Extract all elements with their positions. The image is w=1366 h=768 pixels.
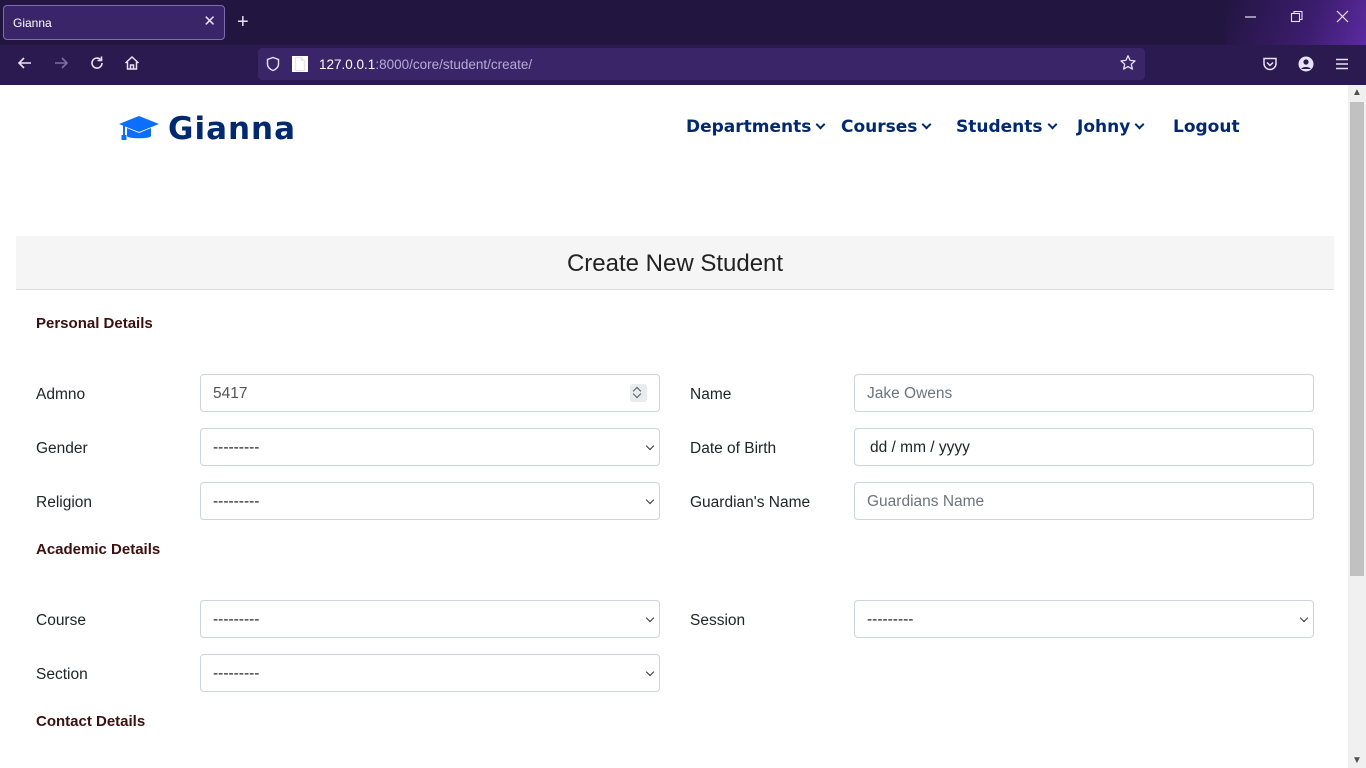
name-input[interactable]: Jake Owens: [854, 374, 1314, 412]
guardian-label: Guardian's Name: [690, 494, 811, 511]
account-icon[interactable]: [1296, 55, 1316, 75]
course-select[interactable]: ---------: [200, 600, 660, 638]
gender-selected: ---------: [213, 439, 260, 456]
page-title: Create New Student: [566, 250, 784, 277]
guardian-input[interactable]: Guardians Name: [854, 482, 1314, 520]
nav-logout-label: Logout: [1173, 117, 1240, 137]
url-path: :8000/core/student/create/: [375, 57, 533, 72]
dob-value: dd / mm / yyyy: [870, 439, 970, 456]
form-card-header: Create New Student: [16, 236, 1334, 290]
name-placeholder: Jake Owens: [867, 385, 953, 402]
nav-logout[interactable]: Logout: [1173, 117, 1240, 137]
section-select[interactable]: ---------: [200, 654, 660, 692]
chevron-down-icon: [1299, 613, 1309, 623]
back-icon[interactable]: [13, 54, 37, 76]
section-label: Section: [36, 666, 88, 683]
tab-title: Gianna: [13, 16, 52, 30]
chevron-down-icon: [921, 119, 932, 130]
pocket-icon[interactable]: [1260, 55, 1280, 75]
religion-label: Religion: [36, 494, 93, 511]
chevron-down-icon: [1134, 119, 1145, 130]
dob-label: Date of Birth: [690, 440, 777, 457]
url-host: 127.0.0.1: [319, 57, 376, 72]
nav-students-label: Students: [956, 117, 1043, 137]
chevron-down-icon: [815, 119, 826, 130]
admno-number-input[interactable]: 5417: [200, 374, 660, 412]
section-selected: ---------: [213, 665, 260, 682]
chevron-down-icon: [645, 441, 655, 451]
session-select[interactable]: ---------: [854, 600, 1314, 638]
reload-icon[interactable]: [85, 54, 109, 76]
section-contact-details: Contact Details: [36, 713, 146, 730]
section-academic-details: Academic Details: [36, 541, 161, 558]
chevron-down-icon: [645, 495, 655, 505]
browser-tab-bar: Gianna ✕ +: [0, 0, 1366, 45]
session-selected: ---------: [867, 611, 914, 628]
minimize-icon[interactable]: [1244, 10, 1258, 30]
brand-name: Gianna: [168, 111, 297, 147]
scrollbar-thumb[interactable]: [1350, 102, 1364, 576]
gender-label: Gender: [36, 440, 88, 457]
religion-select[interactable]: ---------: [200, 482, 660, 520]
gender-select[interactable]: ---------: [200, 428, 660, 466]
admno-label: Admno: [36, 386, 86, 403]
chevron-down-icon: [645, 613, 655, 623]
graduation-cap-icon: [118, 114, 160, 149]
nav-courses[interactable]: Courses: [841, 117, 932, 137]
scroll-down-icon[interactable]: ▼: [1352, 755, 1362, 766]
number-spinner[interactable]: [630, 384, 647, 402]
web-page: Gianna Departments Courses Students John…: [3, 85, 1348, 768]
nav-students[interactable]: Students: [956, 117, 1057, 137]
nav-user-johny[interactable]: Johny: [1077, 117, 1145, 137]
new-tab-icon[interactable]: +: [237, 10, 249, 34]
address-bar[interactable]: 127.0.0.1:8000/core/student/create/: [258, 48, 1145, 80]
chevron-down-icon: [645, 667, 655, 677]
course-label: Course: [36, 612, 86, 629]
bookmark-star-icon[interactable]: [1119, 54, 1137, 77]
page-scrollbar[interactable]: ▲ ▼: [1348, 85, 1366, 768]
name-label: Name: [690, 386, 732, 403]
course-selected: ---------: [213, 611, 260, 628]
close-tab-icon[interactable]: ✕: [203, 13, 216, 31]
religion-selected: ---------: [213, 493, 260, 510]
shield-icon[interactable]: [265, 56, 281, 72]
nav-courses-label: Courses: [841, 117, 918, 137]
nav-departments-label: Departments: [686, 117, 812, 137]
browser-tab[interactable]: Gianna ✕: [3, 5, 225, 40]
url-text: 127.0.0.1:8000/core/student/create/: [319, 57, 532, 72]
nav-user-label: Johny: [1077, 117, 1131, 137]
chevron-down-icon: [1047, 119, 1057, 130]
app-menu-icon[interactable]: [1332, 55, 1352, 75]
restore-icon[interactable]: [1290, 10, 1304, 30]
session-label: Session: [690, 612, 746, 629]
scroll-up-icon[interactable]: ▲: [1352, 87, 1362, 98]
dob-date-input[interactable]: dd / mm / yyyy: [854, 428, 1314, 466]
guardian-placeholder: Guardians Name: [867, 493, 985, 510]
browser-toolbar: 127.0.0.1:8000/core/student/create/: [0, 45, 1366, 85]
section-personal-details: Personal Details: [36, 315, 153, 332]
admno-value: 5417: [213, 385, 248, 402]
nav-departments[interactable]: Departments: [686, 117, 826, 137]
close-window-icon[interactable]: [1336, 10, 1350, 30]
home-icon[interactable]: [120, 54, 144, 76]
forward-icon[interactable]: [49, 54, 73, 76]
page-info-icon[interactable]: [292, 56, 308, 72]
